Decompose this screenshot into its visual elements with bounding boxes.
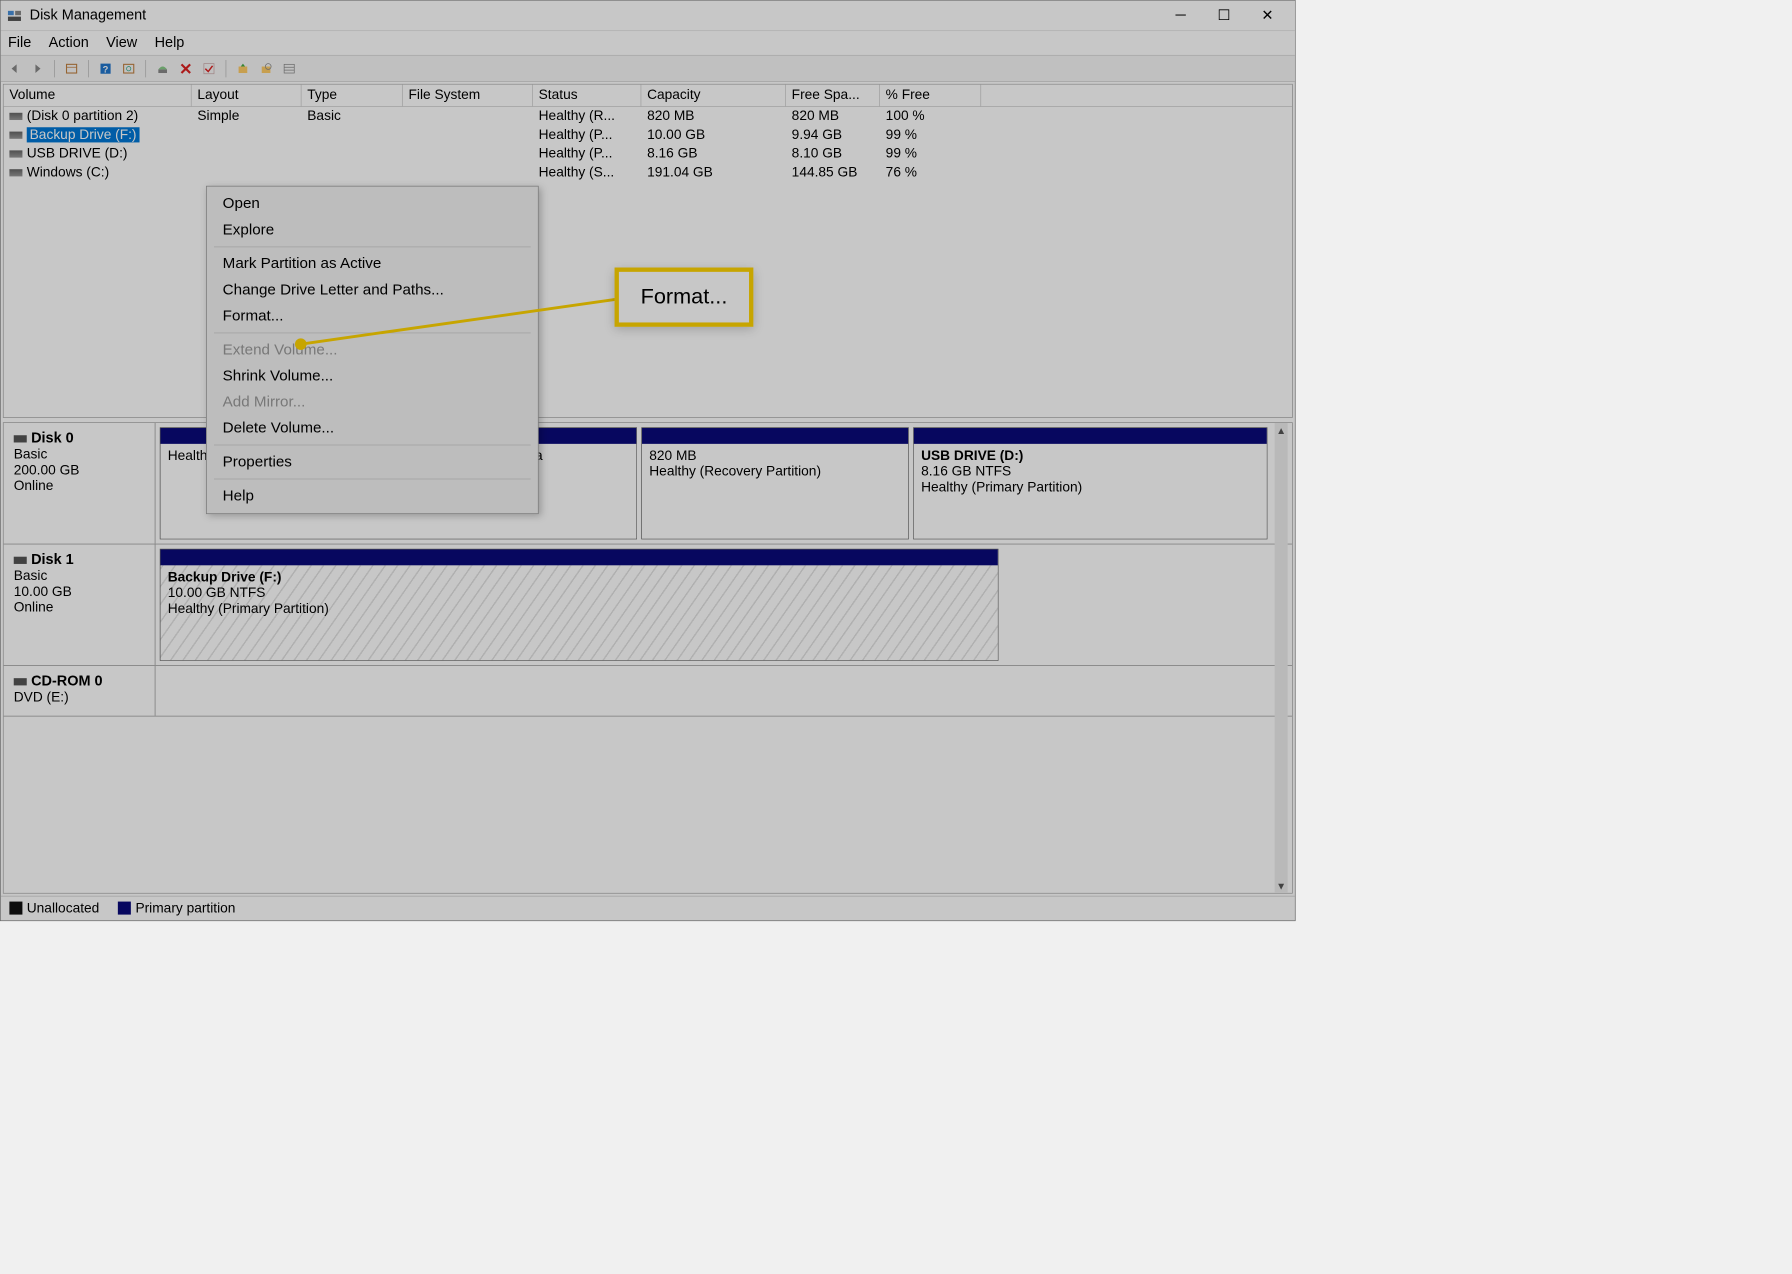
list-icon[interactable] [280, 59, 299, 78]
disk-info: CD-ROM 0DVD (E:) [4, 666, 156, 716]
scroll-down-icon[interactable]: ▼ [1275, 878, 1288, 892]
minimize-button[interactable]: ─ [1159, 1, 1202, 30]
volume-icon [9, 132, 22, 139]
col-volume[interactable]: Volume [4, 85, 192, 107]
cm-shrink[interactable]: Shrink Volume... [207, 363, 538, 389]
col-status[interactable]: Status [533, 85, 641, 107]
legend-primary-label: Primary partition [135, 900, 235, 915]
menu-action[interactable]: Action [49, 35, 89, 52]
menu-file[interactable]: File [8, 35, 31, 52]
cm-mark-active[interactable]: Mark Partition as Active [207, 251, 538, 277]
properties-icon[interactable] [62, 59, 81, 78]
toolbar: ? [1, 56, 1295, 82]
cm-format[interactable]: Format... [207, 303, 538, 329]
help-icon[interactable]: ? [96, 59, 115, 78]
scroll-up-icon[interactable]: ▲ [1275, 423, 1288, 437]
col-layout[interactable]: Layout [192, 85, 302, 107]
partition[interactable]: 820 MBHealthy (Recovery Partition) [641, 427, 909, 539]
callout-format: Format... [615, 268, 754, 327]
wizard-icon[interactable] [153, 59, 172, 78]
table-row[interactable]: Windows (C:)Healthy (S...191.04 GB144.85… [4, 163, 1292, 182]
action2-icon[interactable] [257, 59, 276, 78]
callout-anchor-dot [295, 338, 307, 350]
cm-open[interactable]: Open [207, 191, 538, 217]
volume-icon [9, 113, 22, 120]
cdrom-icon [14, 678, 27, 685]
cm-help[interactable]: Help [207, 483, 538, 509]
cm-extend: Extend Volume... [207, 337, 538, 363]
legend-unallocated-label: Unallocated [27, 900, 100, 915]
menubar: File Action View Help [1, 31, 1295, 56]
back-button[interactable] [5, 59, 24, 78]
titlebar: Disk Management ─ ☐ ✕ [1, 1, 1295, 31]
legend-primary-swatch [118, 902, 131, 915]
window-title: Disk Management [30, 7, 1159, 24]
table-row[interactable]: Backup Drive (F:)Healthy (P...10.00 GB9.… [4, 126, 1292, 145]
check-icon[interactable] [200, 59, 219, 78]
disk-icon [14, 557, 27, 564]
svg-text:?: ? [103, 63, 109, 74]
disk-row: Disk 0Basic200.00 GBOnlineHealthy (Syste… [4, 423, 1292, 544]
col-fs[interactable]: File System [403, 85, 533, 107]
cm-change-letter[interactable]: Change Drive Letter and Paths... [207, 277, 538, 303]
disk-row: CD-ROM 0DVD (E:) [4, 666, 1292, 717]
cm-properties[interactable]: Properties [207, 449, 538, 475]
refresh-icon[interactable] [119, 59, 138, 78]
menu-help[interactable]: Help [155, 35, 185, 52]
cm-add-mirror: Add Mirror... [207, 389, 538, 415]
disk-info: Disk 1Basic10.00 GBOnline [4, 544, 156, 665]
forward-button[interactable] [28, 59, 47, 78]
legend-unallocated-swatch [9, 902, 22, 915]
partition[interactable]: Backup Drive (F:)10.00 GB NTFSHealthy (P… [160, 549, 999, 661]
vertical-scrollbar[interactable]: ▲ ▼ [1275, 423, 1288, 893]
disk-graphical-view[interactable]: Disk 0Basic200.00 GBOnlineHealthy (Syste… [3, 422, 1293, 893]
col-free[interactable]: Free Spa... [786, 85, 880, 107]
legend: Unallocated Primary partition [1, 896, 1295, 921]
volumes-table[interactable]: Volume Layout Type File System Status Ca… [3, 84, 1293, 418]
table-row[interactable]: USB DRIVE (D:)Healthy (P...8.16 GB8.10 G… [4, 145, 1292, 164]
table-header: Volume Layout Type File System Status Ca… [4, 85, 1292, 107]
app-icon [7, 8, 23, 24]
cm-explore[interactable]: Explore [207, 217, 538, 243]
volume-icon [9, 169, 22, 176]
disk-icon [14, 435, 27, 442]
maximize-button[interactable]: ☐ [1202, 1, 1245, 30]
disk-info: Disk 0Basic200.00 GBOnline [4, 423, 156, 544]
delete-icon[interactable] [176, 59, 195, 78]
context-menu: Open Explore Mark Partition as Active Ch… [206, 186, 539, 514]
menu-view[interactable]: View [106, 35, 137, 52]
close-button[interactable]: ✕ [1246, 1, 1289, 30]
cm-delete[interactable]: Delete Volume... [207, 415, 538, 441]
table-row[interactable]: (Disk 0 partition 2)SimpleBasicHealthy (… [4, 107, 1292, 126]
callout-label: Format... [641, 285, 728, 309]
col-capacity[interactable]: Capacity [641, 85, 786, 107]
col-type[interactable]: Type [301, 85, 402, 107]
volume-icon [9, 150, 22, 157]
action1-icon[interactable] [234, 59, 253, 78]
disk-row: Disk 1Basic10.00 GBOnlineBackup Drive (F… [4, 544, 1292, 665]
col-pct[interactable]: % Free [880, 85, 981, 107]
partition[interactable]: USB DRIVE (D:)8.16 GB NTFSHealthy (Prima… [913, 427, 1267, 539]
